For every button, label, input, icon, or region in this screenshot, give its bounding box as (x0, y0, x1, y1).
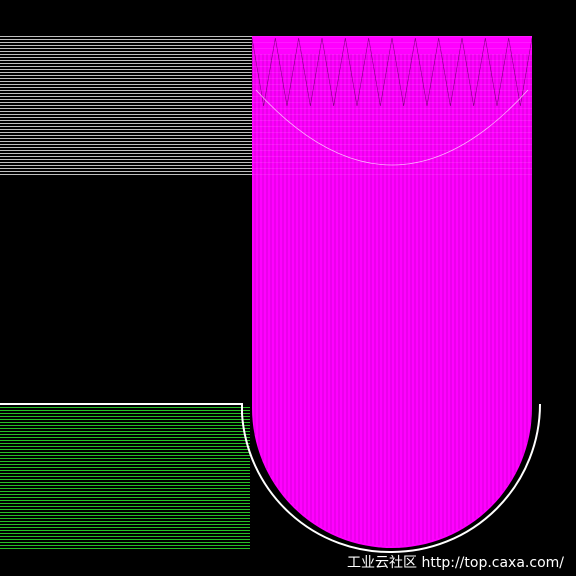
toolpath-region (251, 36, 544, 548)
cad-viewport[interactable]: 工业云社区 http://top.caxa.com/ (0, 0, 576, 576)
toolpath-drawing (0, 0, 576, 576)
watermark: 工业云社区 http://top.caxa.com/ (347, 554, 564, 572)
watermark-label: 工业云社区 (347, 555, 418, 571)
toolpath-fill (252, 36, 532, 548)
watermark-url: http://top.caxa.com/ (421, 555, 565, 571)
